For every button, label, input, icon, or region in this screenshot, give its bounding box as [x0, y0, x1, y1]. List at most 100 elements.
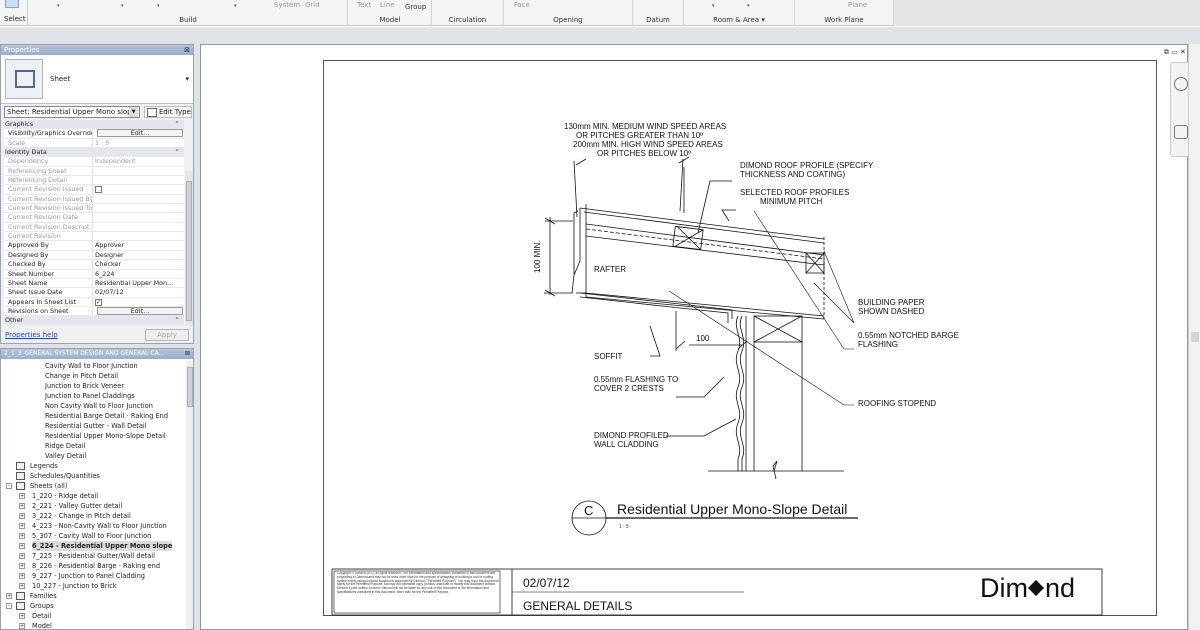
property-value[interactable]: 02/07/12: [93, 288, 184, 296]
tree-item-label: Model: [32, 622, 52, 630]
properties-help-link[interactable]: Properties help: [5, 331, 58, 339]
zoom-icon[interactable]: [1174, 125, 1188, 139]
expand-icon[interactable]: +: [19, 553, 25, 559]
ribbon-group-model[interactable]: Text Line Group Model: [349, 0, 432, 26]
tree-item[interactable]: Residential Gutter - Wall Detail: [1, 421, 185, 431]
close-icon[interactable]: ⊠: [185, 349, 190, 359]
tree-item[interactable]: + Detail: [1, 611, 185, 621]
tree-item[interactable]: +1_220 - Ridge detail: [1, 491, 185, 501]
select-button[interactable]: Select: [0, 0, 28, 26]
ribbon-group-circulation[interactable]: Circulation: [432, 0, 504, 26]
property-row[interactable]: Visibility/Graphics Overrides Edit...: [4, 129, 184, 139]
tree-item[interactable]: +7_225 - Residential Gutter/Wall detail: [1, 551, 185, 561]
tree-item[interactable]: +10_227 - Junction to Brick: [1, 581, 185, 591]
expand-icon[interactable]: +: [19, 513, 25, 519]
property-value[interactable]: Residential Upper Mon...: [93, 279, 184, 287]
property-row[interactable]: Revisions on Sheet Edit...: [4, 306, 184, 317]
tree-item[interactable]: Residential Upper Mono-Slope Detail: [1, 431, 185, 441]
ribbon-group-work-plane[interactable]: Plane Work Plane: [795, 0, 894, 26]
property-row[interactable]: Approved By Approver: [4, 241, 184, 251]
tree-item[interactable]: +3_222 - Change in Pitch detail: [1, 511, 185, 521]
checkbox[interactable]: ✓: [95, 298, 102, 306]
edit-button[interactable]: Edit...: [97, 129, 183, 138]
tree-item[interactable]: Schedules/Quantities: [1, 471, 185, 481]
tree-item-label: 6_224 - Residential Upper Mono slope: [32, 541, 173, 551]
browser-scrollbar[interactable]: [186, 361, 193, 629]
property-value[interactable]: Edit...: [93, 306, 184, 315]
property-row[interactable]: Appears In Sheet List ✓: [4, 297, 184, 307]
property-row[interactable]: Sheet Number 6_224: [4, 269, 184, 279]
property-category[interactable]: Graphics ⌃: [4, 120, 184, 130]
ribbon-group-datum-tools[interactable]: System Grid: [270, 0, 348, 26]
tree-item[interactable]: Legends: [1, 461, 185, 471]
property-value[interactable]: Approver: [93, 241, 184, 249]
expand-icon[interactable]: +: [19, 503, 25, 509]
expand-icon[interactable]: +: [19, 623, 25, 629]
property-row[interactable]: Sheet Name Residential Upper Mon...: [4, 278, 184, 289]
edit-type-button[interactable]: Edit Type: [144, 106, 192, 118]
property-value[interactable]: 6_224: [93, 270, 184, 278]
apply-button[interactable]: Apply: [145, 329, 189, 341]
property-label: Dependency: [4, 157, 93, 166]
property-category[interactable]: Identity Data ⌃: [4, 148, 184, 158]
expand-icon[interactable]: +: [19, 583, 25, 589]
view-scrollbar[interactable]: [1188, 44, 1200, 630]
collapse-icon[interactable]: -: [6, 483, 12, 489]
collapse-icon[interactable]: ⌃: [170, 120, 184, 128]
property-category[interactable]: Other ⌃: [4, 316, 184, 325]
property-row[interactable]: Designed By Designer: [4, 250, 184, 261]
chevron-down-icon[interactable]: ▾: [185, 75, 189, 83]
instance-filter-dropdown[interactable]: Sheet: Residential Upper Mono slope ▼: [4, 106, 140, 118]
type-selector[interactable]: Sheet ▾: [1, 55, 193, 104]
collapse-icon[interactable]: -: [6, 603, 12, 609]
steering-wheel-icon[interactable]: [1174, 77, 1188, 91]
expand-icon[interactable]: +: [19, 533, 25, 539]
tree-item[interactable]: +6_224 - Residential Upper Mono slope: [1, 541, 185, 551]
project-browser-title-bar[interactable]: 2_1_3_GENERAL SYSTEM DESIGN AND GENERAL …: [1, 349, 193, 359]
collapse-icon[interactable]: ⌃: [170, 316, 184, 324]
properties-title-bar[interactable]: Properties ⊠: [1, 45, 193, 55]
tree-item[interactable]: Cavity Wall to Floor Junction: [1, 361, 185, 371]
properties-scrollbar[interactable]: [185, 171, 193, 326]
property-value[interactable]: Designer: [93, 251, 184, 259]
expand-icon[interactable]: +: [19, 613, 25, 619]
close-icon[interactable]: ⊠: [184, 45, 190, 55]
tree-item-label: 1_220 - Ridge detail: [32, 492, 99, 500]
property-value[interactable]: Edit...: [93, 129, 184, 138]
tree-item[interactable]: +2_221 - Valley Gutter detail: [1, 501, 185, 511]
property-row[interactable]: Sheet Issue Date 02/07/12: [4, 288, 184, 298]
tree-item[interactable]: - Sheets (all): [1, 481, 185, 491]
tree-item[interactable]: +8_226 - Residential Barge - Raking end: [1, 561, 185, 571]
tree-item[interactable]: Ridge Detail: [1, 441, 185, 451]
tree-item[interactable]: - Groups: [1, 601, 185, 611]
ribbon-group-datum[interactable]: Datum: [633, 0, 684, 26]
note-flash-2: COVER 2 CRESTS: [594, 384, 664, 393]
ribbon-group-room-area[interactable]: ▾ ▾ Room & Area ▾: [684, 0, 795, 26]
note-clad-2: WALL CLADDING: [594, 440, 659, 449]
tree-item[interactable]: Residential Barge Detail - Raking End: [1, 411, 185, 421]
tree-item[interactable]: Valley Detail: [1, 451, 185, 461]
tree-item[interactable]: +5_307 - Cavity Wall to Floor Junction: [1, 531, 185, 541]
tree-item[interactable]: +4_223 - Non-Cavity Wall to Floor Juncti…: [1, 521, 185, 531]
collapse-icon[interactable]: ⌃: [170, 148, 184, 156]
tree-item[interactable]: Junction to Brick Veneer: [1, 381, 185, 391]
expand-icon[interactable]: +: [19, 563, 25, 569]
expand-icon[interactable]: +: [19, 523, 25, 529]
tree-item[interactable]: + Model: [1, 621, 185, 630]
expand-icon[interactable]: +: [19, 573, 25, 579]
property-row[interactable]: Checked By Checker: [4, 260, 184, 270]
tree-item[interactable]: +9_227 - Junction to Panel Cladding: [1, 571, 185, 581]
expand-icon[interactable]: +: [6, 593, 12, 599]
tree-item[interactable]: + Families: [1, 591, 185, 601]
property-value[interactable]: Checker: [93, 260, 184, 268]
expand-icon[interactable]: +: [19, 543, 25, 549]
edit-button[interactable]: Edit...: [97, 306, 183, 315]
window-controls[interactable]: ⧉ ▭ ✕: [1164, 48, 1186, 57]
tree-item[interactable]: Non Cavity Wall to Floor Junction: [1, 401, 185, 411]
sheet-view[interactable]: 130mm MIN. MEDIUM WIND SPEED AREAS OR PI…: [200, 44, 1188, 630]
expand-icon[interactable]: +: [19, 493, 25, 499]
tree-item[interactable]: Change in Pitch Detail: [1, 371, 185, 381]
property-value: [93, 204, 184, 212]
ribbon-group-opening[interactable]: Face Opening: [504, 0, 633, 26]
tree-item[interactable]: Junction to Panel Claddings: [1, 391, 185, 401]
